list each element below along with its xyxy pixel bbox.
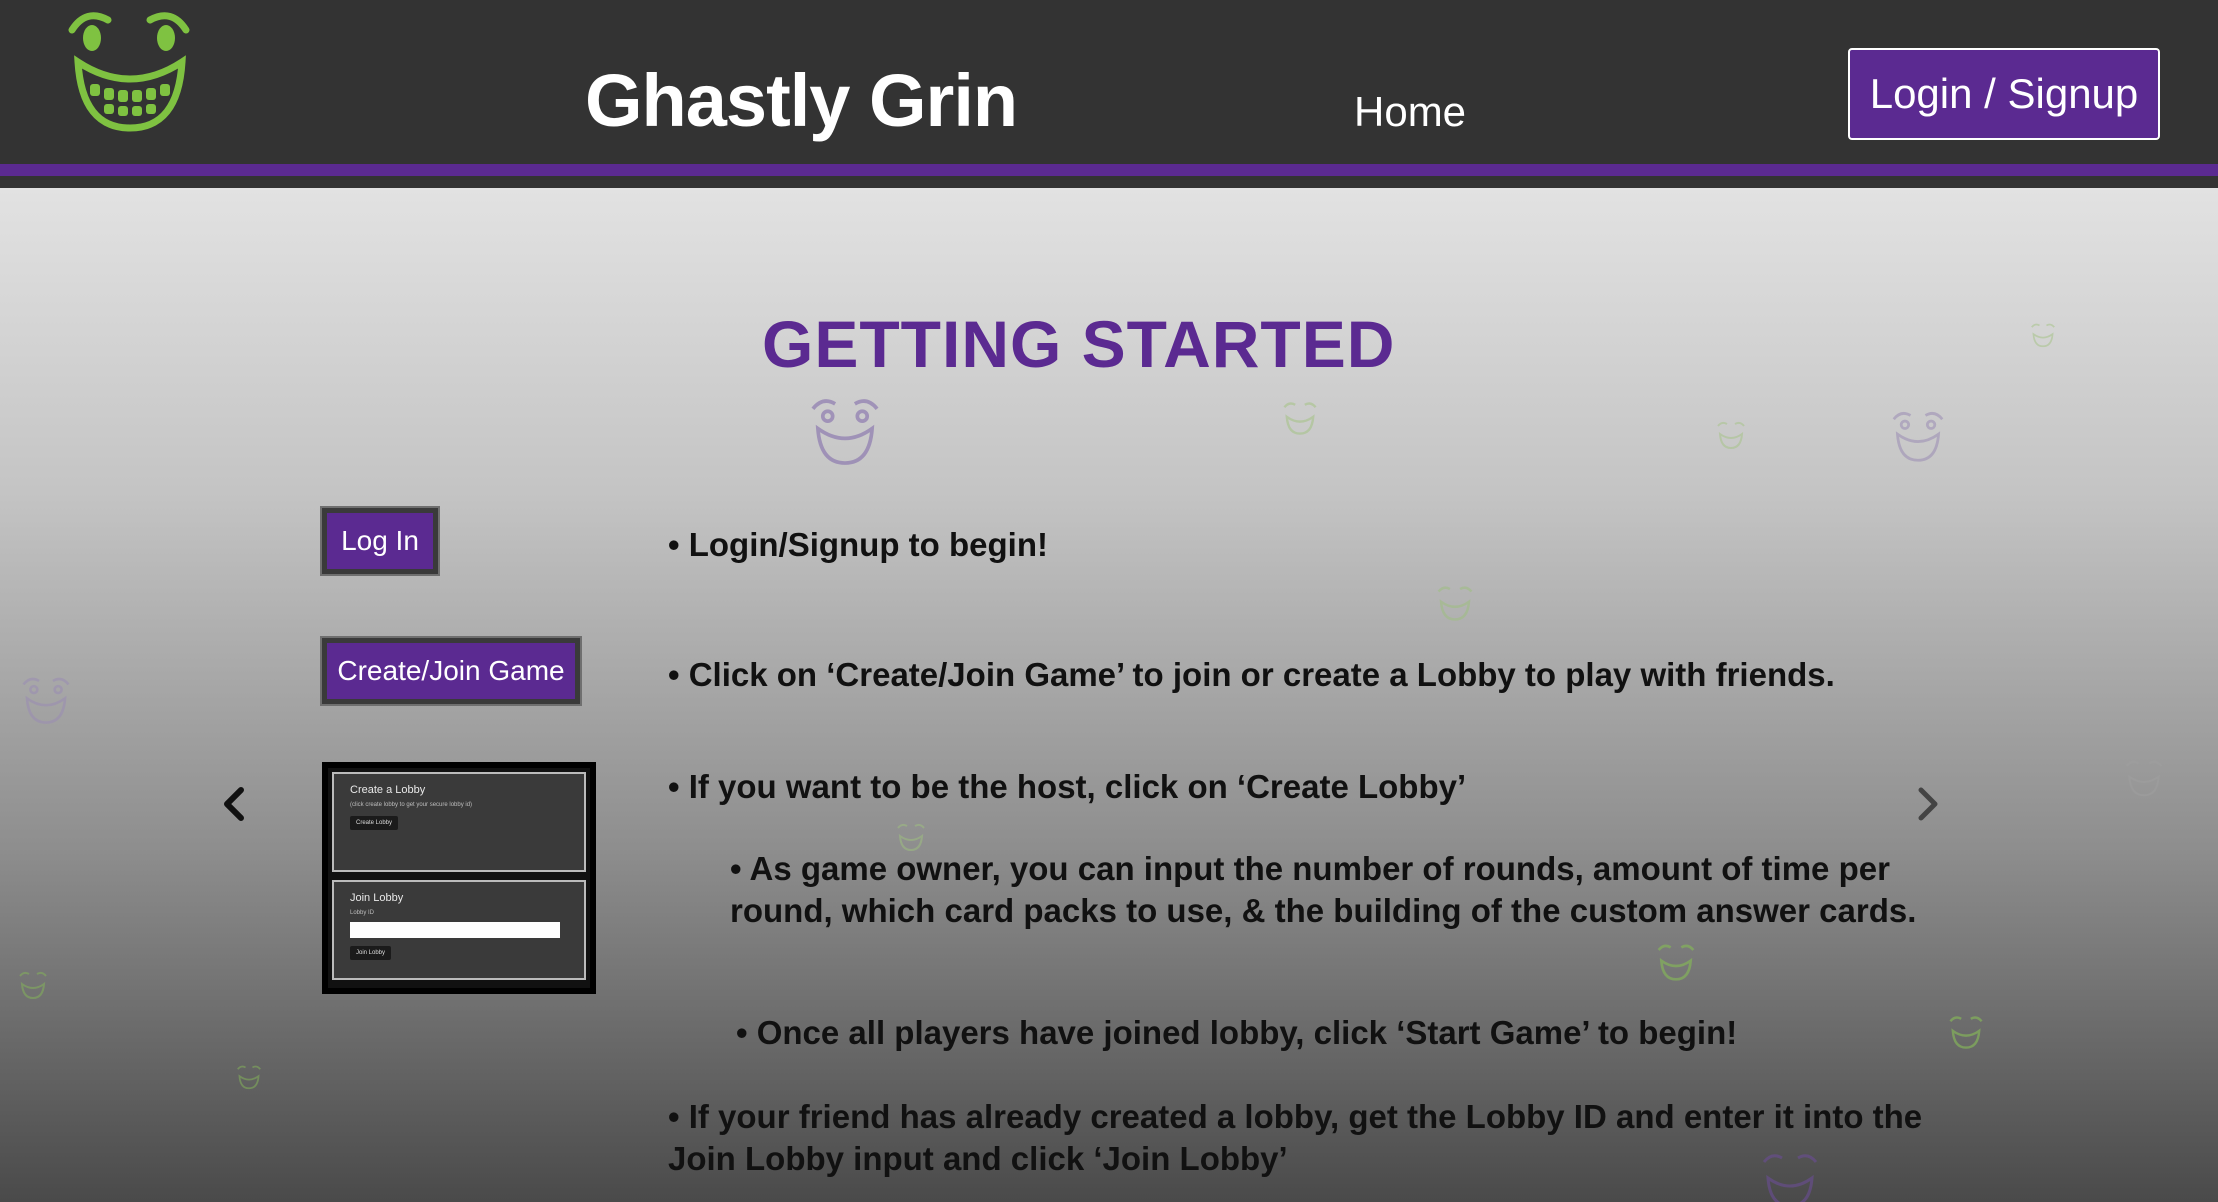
step-login: • Login/Signup to begin! — [668, 526, 1048, 563]
page-title: GETTING STARTED — [762, 307, 1396, 381]
demo-create-join-button: Create/Join Game — [320, 636, 582, 706]
background-face-icon — [237, 1065, 261, 1090]
carousel-next-button[interactable] — [1908, 784, 1948, 824]
background-face-icon — [2031, 323, 2055, 348]
background-face-icon — [1717, 421, 1745, 450]
join-lobby-title: Join Lobby — [350, 892, 404, 904]
login-signup-button[interactable]: Login / Signup — [1848, 48, 2160, 140]
join-lobby-mini-button: Join Lobby — [350, 946, 392, 960]
step-create-join: • Click on ‘Create/Join Game’ to join or… — [668, 656, 1835, 693]
background-face-icon — [811, 399, 879, 465]
background-face-icon — [19, 971, 47, 1000]
navbar: Ghastly Grin Home Login / Signup — [0, 0, 2218, 176]
create-lobby-panel: Create a Lobby (click create lobby to ge… — [332, 772, 586, 872]
step-owner-options: • As game owner, you can input the numbe… — [730, 850, 1917, 929]
brand-title[interactable]: Ghastly Grin — [585, 58, 1018, 143]
demo-login-button: Log In — [320, 506, 440, 576]
getting-started-section: GETTING STARTED Log In Create/Join Game … — [0, 188, 2218, 1202]
step-host: • If you want to be the host, click on ‘… — [668, 768, 1467, 805]
chevron-right-icon — [1918, 787, 1938, 821]
chevron-left-icon — [224, 787, 244, 821]
background-face-icon — [1283, 402, 1317, 435]
background-face-icon — [1892, 411, 1944, 462]
create-lobby-mini-button: Create Lobby — [350, 816, 399, 830]
grinning-face-logo-icon[interactable] — [64, 4, 194, 134]
background-face-icon — [1437, 586, 1473, 621]
join-lobby-label: Lobby ID — [350, 910, 375, 916]
background-face-icon — [2125, 760, 2163, 797]
lobby-id-mini-input — [350, 922, 560, 938]
background-face-icon — [1657, 944, 1695, 981]
create-lobby-title: Create a Lobby — [350, 784, 426, 796]
create-lobby-subtitle: (click create lobby to get your secure l… — [350, 802, 473, 808]
nav-home-link[interactable]: Home — [1354, 88, 1466, 136]
step-start-game: • Once all players have joined lobby, cl… — [736, 1014, 1738, 1051]
join-lobby-panel: Join Lobby Lobby ID Join Lobby — [332, 880, 586, 980]
step-join-lobby: • If your friend has already created a l… — [668, 1098, 1923, 1177]
carousel-prev-button[interactable] — [214, 784, 254, 824]
lobby-screenshot-image: Create a Lobby (click create lobby to ge… — [322, 762, 596, 994]
background-face-icon — [1949, 1016, 1983, 1049]
background-face-icon — [22, 677, 70, 724]
